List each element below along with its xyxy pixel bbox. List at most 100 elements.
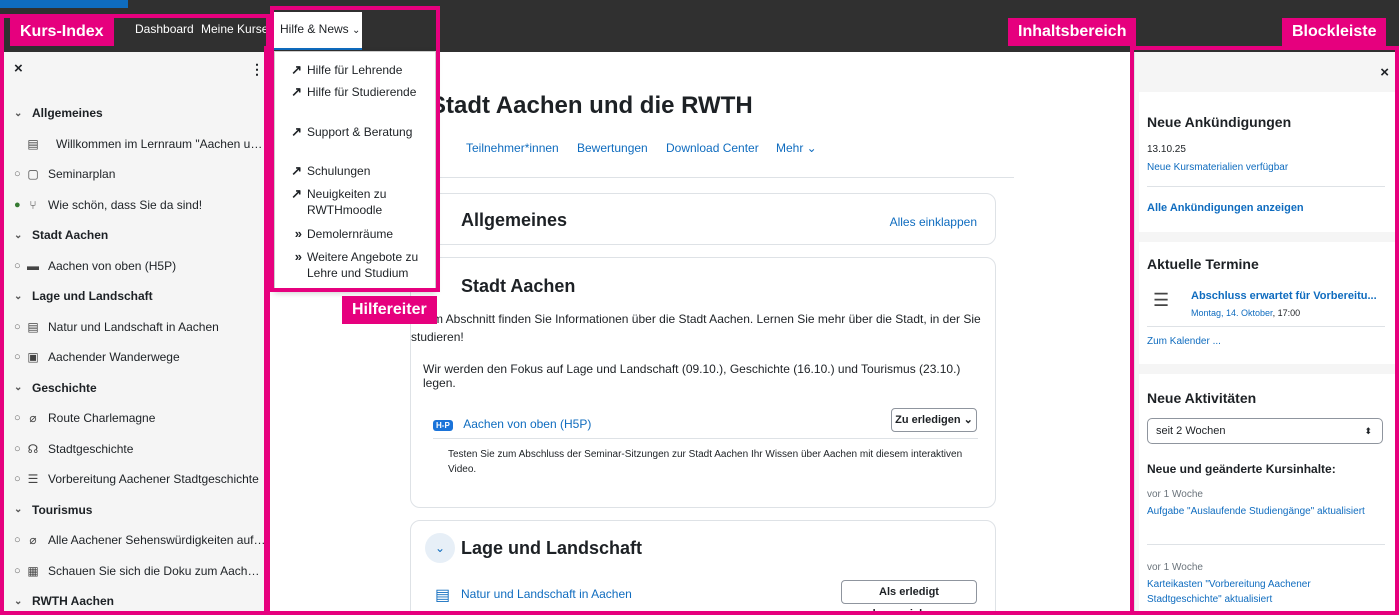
course-index-activity[interactable]: ○ ☰ Vorbereitung Aachener Stadtgeschichte [0, 464, 266, 494]
help-menu-item[interactable]: ↗ Schulungen [275, 163, 435, 179]
not-completed-icon: ○ [14, 442, 21, 455]
help-menu-label: Hilfe für Lehrende [307, 63, 403, 77]
tab-more[interactable]: Mehr ⌄ [776, 141, 817, 155]
course-index-activity[interactable]: ○ ▢ Seminarplan [0, 159, 266, 189]
help-menu-label: Schulungen [307, 164, 371, 178]
top-navbar: Dashboard Meine Kurse Hilfe & News ⌄ [0, 0, 1399, 52]
course-index-activity[interactable]: ○ ▣ Aachender Wanderwege [0, 342, 266, 372]
chevron-down-icon[interactable]: ⌄ [425, 533, 455, 563]
external-link-icon: ↗ [291, 62, 302, 77]
wiki-icon: ☊ [27, 441, 39, 456]
course-index-section[interactable]: ⌄ Geschichte [0, 373, 266, 403]
course-index-activity[interactable]: ○ ⌀ Route Charlemagne [0, 403, 266, 433]
course-index-activity[interactable]: ○ ▤ Natur und Landschaft in Aachen [0, 312, 266, 342]
nav-my-courses-link[interactable]: Meine Kurse [201, 22, 268, 36]
assignment-icon: ▣ [27, 350, 39, 364]
choice-icon: ⑂ [29, 197, 37, 212]
course-index-header: × ⋮ [0, 52, 269, 88]
block-upcoming-events: Aktuelle Termine ☰ Abschluss erwartet fü… [1139, 242, 1396, 364]
time-range-select[interactable]: seit 2 Wochen ⬍ [1147, 418, 1383, 444]
activity-label: Route Charlemagne [48, 411, 156, 425]
chevron-down-icon[interactable]: ⌄ [14, 596, 32, 607]
tab-download-center[interactable]: Download Center [666, 141, 759, 155]
event-date-row: Montag, 14. Oktober, 17:00 [1191, 308, 1300, 318]
event-date-link[interactable]: Montag, 14. Oktober [1191, 308, 1273, 318]
activity-link[interactable]: Natur und Landschaft in Aachen [461, 587, 632, 601]
external-link-icon: ↗ [291, 186, 302, 201]
course-index-activity[interactable]: ○ ▦ Schauen Sie sich die Doku zum Aachener… [0, 556, 266, 586]
chevron-down-icon[interactable]: ⌄ [14, 291, 32, 302]
collapse-all-link[interactable]: Alles einklappen [890, 215, 977, 229]
activity-description: Testen Sie zum Abschluss der Seminar-Sit… [448, 449, 963, 475]
block-title: Neue Aktivitäten [1147, 390, 1257, 406]
h5p-icon: ▬ [27, 258, 39, 273]
course-index-drawer: × ⋮ ⌄ Allgemeines ▤ Willkommen im Lernraum… [0, 52, 270, 615]
kebab-menu-icon[interactable]: ⋮ [250, 61, 264, 78]
help-menu-label: Hilfe für Studierende [307, 85, 417, 99]
course-index-activity[interactable]: ▤ Willkommen im Lernraum "Aachen und d... [0, 129, 266, 159]
course-index-annotation: Kurs-Index [10, 18, 114, 46]
help-menu-item[interactable]: » Demolernräume [275, 226, 435, 242]
recent-item-link[interactable]: Karteikasten "Vorbereitung Aachener Stad… [1147, 577, 1367, 607]
select-arrows-icon: ⬍ [1364, 426, 1372, 436]
section-intro-text: iesem Abschnitt finden Sie Informationen… [411, 312, 981, 344]
section-label: Tourismus [32, 502, 93, 517]
close-icon[interactable]: × [14, 60, 23, 77]
not-completed-icon: ○ [14, 168, 21, 180]
activity-label: Aachender Wanderwege [48, 350, 180, 364]
help-news-dropdown-toggle[interactable]: Hilfe & News ⌄ [274, 12, 362, 50]
course-index-activity[interactable]: ○ ☊ Stadtgeschichte [0, 434, 266, 464]
course-index-section[interactable]: ⌄ RWTH Aachen [0, 586, 266, 615]
help-menu-item[interactable]: ↗ Hilfe für Studierende [275, 84, 435, 100]
announcement-date: 13.10.25 [1147, 144, 1186, 155]
activity-label: Aachen von oben (H5P) [48, 258, 177, 273]
help-tab-annotation: Hilfereiter [342, 296, 437, 324]
tab-grades[interactable]: Bewertungen [577, 141, 648, 155]
todo-dropdown-button[interactable]: Zu erledigen ⌄ [891, 408, 977, 432]
chevron-down-icon[interactable]: ⌄ [14, 504, 32, 515]
course-index-section[interactable]: ⌄ Tourismus [0, 495, 266, 525]
help-menu-label: Neuigkeiten zu RWTHmoodle [307, 187, 387, 217]
not-completed-icon: ○ [14, 473, 21, 485]
course-index-section[interactable]: ⌄ Lage und Landschaft [0, 281, 266, 311]
chevron-down-icon[interactable]: ⌄ [14, 230, 32, 241]
close-icon[interactable]: × [1380, 64, 1389, 81]
not-completed-icon: ○ [14, 534, 21, 546]
flashcard-icon: ☰ [1153, 290, 1170, 310]
course-index-section[interactable]: ⌄ Allgemeines [0, 98, 266, 128]
course-index-section[interactable]: ⌄ Stadt Aachen [0, 220, 266, 250]
h5p-activity-row: H-P Aachen von oben (H5P) [433, 415, 591, 433]
calendar-link[interactable]: Zum Kalender ... [1147, 336, 1221, 347]
help-menu-label: Support & Beratung [307, 125, 413, 139]
chevron-down-icon[interactable]: ⌄ [14, 382, 32, 393]
activity-link[interactable]: Aachen von oben (H5P) [463, 417, 591, 431]
course-index-activity[interactable]: ○ ⌀ Alle Aachener Sehenswürdigkeiten auf e… [0, 525, 266, 555]
mark-done-button[interactable]: Als erledigt kennzeichnen [841, 580, 977, 615]
course-index-activity[interactable]: ● ⑂ Wie schön, dass Sie da sind! [0, 190, 266, 220]
block-title: Aktuelle Termine [1147, 256, 1259, 272]
help-news-dropdown-menu: ↗ Hilfe für Lehrende ↗ Hilfe für Studierend… [274, 51, 436, 291]
section-city: Stadt Aachen iesem Abschnitt finden Sie … [410, 257, 996, 508]
select-value: seit 2 Wochen [1156, 425, 1226, 437]
help-menu-item[interactable]: ↗ Neuigkeiten zu RWTHmoodle [275, 186, 435, 218]
event-title-link[interactable]: Abschluss erwartet für Vorbereitu... [1191, 290, 1377, 302]
chevron-down-icon[interactable]: ⌄ [14, 108, 32, 119]
show-all-announcements-link[interactable]: Alle Ankündigungen anzeigen [1147, 202, 1304, 214]
announcement-link[interactable]: Neue Kursmaterialien verfügbar [1147, 162, 1288, 173]
activity-label: Seminarplan [48, 167, 116, 181]
external-link-icon: ↗ [291, 84, 302, 99]
block-drawer: × Neue Ankündigungen 13.10.25 Neue Kursm… [1134, 52, 1399, 615]
video-icon: ▦ [27, 563, 39, 578]
block-title: Neue Ankündigungen [1147, 114, 1292, 130]
forum-icon: ▤ [27, 136, 39, 151]
recent-item-link[interactable]: Aufgabe "Auslaufende Studiengänge" aktua… [1147, 504, 1367, 519]
help-menu-item[interactable]: » Weitere Angebote zu Lehre und Studium [275, 249, 435, 281]
help-menu-item[interactable]: ↗ Support & Beratung [275, 124, 435, 140]
activity-label: Wie schön, dass Sie da sind! [48, 197, 203, 212]
nav-dashboard-link[interactable]: Dashboard [135, 22, 194, 36]
h5p-icon: H-P [433, 420, 453, 431]
help-menu-item[interactable]: ↗ Hilfe für Lehrende [275, 62, 435, 78]
tab-participants[interactable]: Teilnehmer*innen [466, 141, 559, 155]
course-index-activity[interactable]: ○ ▬ Aachen von oben (H5P) [0, 251, 266, 281]
section-label: Geschichte [32, 380, 97, 395]
